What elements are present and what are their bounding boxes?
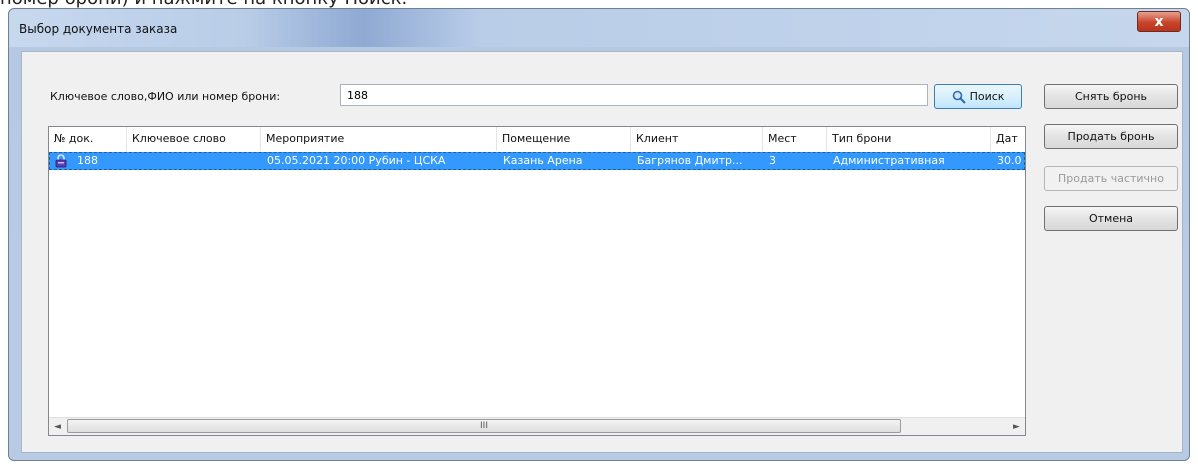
search-input[interactable] [340,84,928,106]
orders-table: № док. Ключевое слово Мероприятие Помеще… [48,126,1026,436]
remove-reservation-button[interactable]: Снять бронь [1044,84,1178,109]
scroll-right-icon[interactable]: ► [1008,418,1025,435]
cell-doc-number: 188 [77,154,98,167]
lock-icon [55,154,67,168]
column-header-client[interactable]: Клиент [631,127,763,151]
page-caption: номер брони) и нажмите на кнопку Поиск. [0,0,1198,8]
column-header-keyword[interactable]: Ключевое слово [127,127,261,151]
scrollbar-thumb[interactable]: III [67,419,901,433]
cell-date: 30.0 [997,154,1022,167]
column-header-event[interactable]: Мероприятие [261,127,497,151]
column-header-seats[interactable]: Мест [763,127,827,151]
search-icon [952,90,966,104]
title-bar: Выбор документа заказа x [9,9,1189,47]
sell-partial-button[interactable]: Продать частично [1044,166,1178,191]
search-button-label: Поиск [969,90,1005,103]
dialog-content: Ключевое слово,ФИО или номер брони: Поис… [21,51,1183,453]
column-header-date[interactable]: Дат [991,127,1025,151]
table-header: № док. Ключевое слово Мероприятие Помеще… [49,127,1025,151]
table-row[interactable]: 188 05.05.2021 20:00 Рубин - ЦСКА Казань… [49,152,1025,170]
cell-keyword [128,153,262,169]
close-icon: x [1154,13,1164,30]
column-header-reservation-type[interactable]: Тип брони [827,127,991,151]
cell-hall: Казань Арена [503,154,583,167]
scroll-left-icon[interactable]: ◄ [49,418,66,435]
cell-client: Багрянов Дмитр... [637,154,743,167]
cell-event: 05.05.2021 20:00 Рубин - ЦСКА [267,154,446,167]
horizontal-scrollbar[interactable]: ◄ III ► [49,417,1025,435]
dialog-window: Выбор документа заказа x Ключевое слово,… [8,8,1190,461]
sell-reservation-button[interactable]: Продать бронь [1044,124,1178,149]
window-title: Выбор документа заказа [19,22,178,36]
search-button[interactable]: Поиск [934,84,1022,109]
search-label: Ключевое слово,ФИО или номер брони: [50,90,281,103]
cell-reservation-type: Административная [833,154,945,167]
cancel-button[interactable]: Отмена [1044,206,1178,231]
close-button[interactable]: x [1137,11,1181,32]
column-header-hall[interactable]: Помещение [497,127,631,151]
column-header-doc[interactable]: № док. [49,127,127,151]
cell-seats: 3 [769,154,776,167]
